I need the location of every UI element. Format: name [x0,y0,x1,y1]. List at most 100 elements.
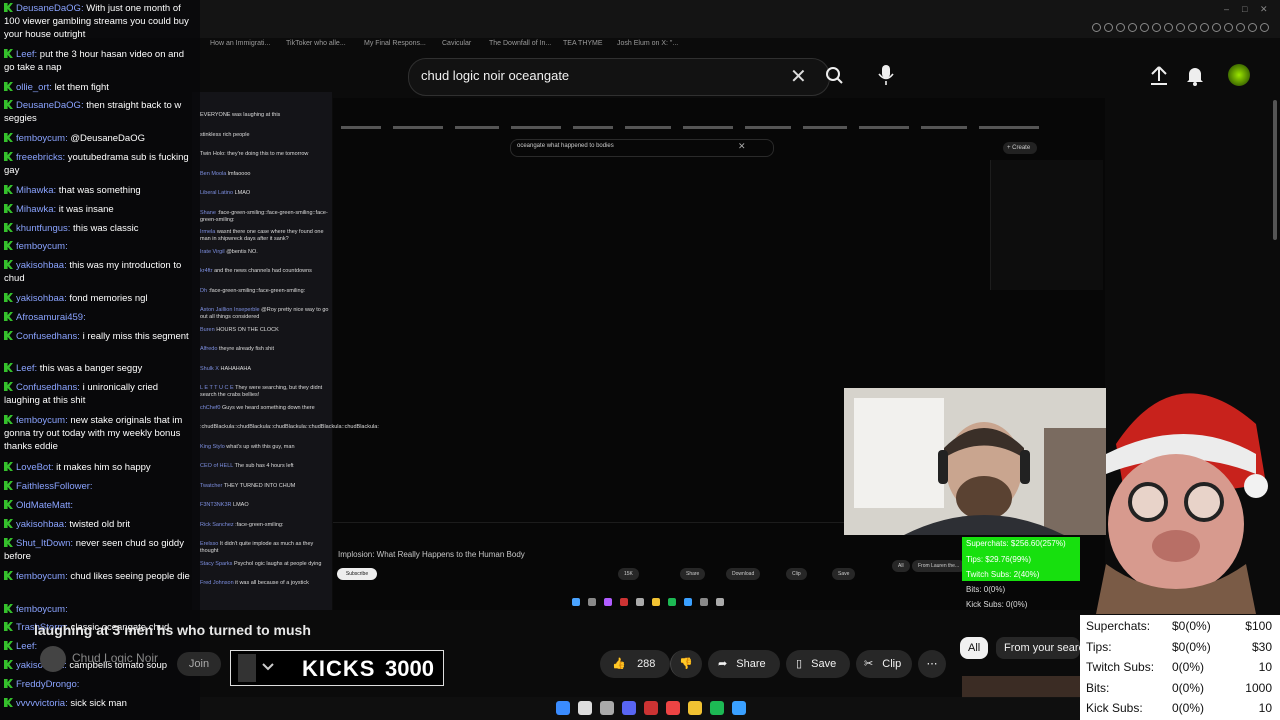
chat-username[interactable]: DeusaneDaOG [16,100,81,111]
chat-username[interactable]: Confusedhans [16,331,77,342]
chat-username[interactable]: yakisohbaa [16,519,64,530]
chat-username[interactable]: Afrosamurai459 [16,312,83,323]
bookmark-0[interactable]: How an Immigrati... [210,40,270,47]
embedded-action-3: Clip [786,568,807,580]
chat-username[interactable]: femboycum [16,133,65,144]
chat-username[interactable]: yakisohbaa [16,260,64,271]
scrollbar[interactable] [1273,100,1277,240]
chat-username[interactable]: Shut_ItDown [16,538,70,549]
bookmark-1[interactable]: TikToker who alle... [286,40,346,47]
stats-goal: 1000 [1245,680,1272,695]
search-button[interactable] [818,58,852,94]
bookmark-5[interactable]: TEA THYME [563,40,603,47]
join-button[interactable]: Join [177,652,221,676]
embedded-chat-message: Shulk X HAHAHAHA [200,366,330,373]
chat-username[interactable]: femboycum [16,415,65,426]
chrome-icon[interactable] [666,701,680,715]
chat-username[interactable]: LoveBot [16,462,51,473]
embedded-sidebar [990,160,1103,290]
search-icon [826,67,843,84]
bookmark-6[interactable]: Josh Elum on X: "... [617,40,678,47]
chat-username[interactable]: Confusedhans [16,382,77,393]
extension-icon[interactable] [1200,23,1209,32]
chat-username[interactable]: Mihawka [16,204,54,215]
extension-icon[interactable] [1236,23,1245,32]
minimize-icon[interactable]: – [1224,4,1229,14]
embedded-chat-text: :face-green-smiling::face-green-smiling: [208,287,306,294]
embedded-chat-username: Shulk X [200,365,219,372]
chat-username[interactable]: Leef [16,49,35,60]
chat-username[interactable]: Mihawka [16,185,54,196]
extension-icon[interactable] [1152,23,1161,32]
chat-text: this was classic [73,223,139,234]
task-view-icon[interactable] [600,701,614,715]
chat-username[interactable]: femboycum [16,241,65,252]
extension-icon[interactable] [1164,23,1173,32]
extension-icon[interactable] [1248,23,1257,32]
discord-icon[interactable] [622,701,636,715]
bookmark-4[interactable]: The Downfall of In... [489,40,551,47]
chat-username[interactable]: femboycum [16,604,65,615]
chat-username[interactable]: FaithlessFollower [16,481,90,492]
chat-username[interactable]: FreddyDrongo [16,679,77,690]
chip-from-search[interactable]: From your search [996,637,1080,659]
chat-username[interactable]: yakisohbaa [16,293,64,304]
microphone-icon [878,65,894,85]
bookmark-2[interactable]: My Final Respons... [364,40,426,47]
chat-username[interactable]: khuntfungus [16,223,68,234]
embedded-chat-username: F3NT3NK3R [200,502,232,508]
extension-icon[interactable] [1128,23,1137,32]
voice-search-button[interactable] [874,62,898,88]
like-button[interactable]: 👍 288 [600,650,670,678]
share-button[interactable]: ➦ Share [708,650,780,678]
chat-message: yakisohbaa: twisted old brit [4,518,196,531]
stats-label: Kick Subs: [1086,701,1143,715]
chat-username[interactable]: femboycum [16,571,65,582]
file-explorer-icon[interactable] [688,701,702,715]
windows-start-icon[interactable] [556,701,570,715]
clip-button[interactable]: ✂ Clip [856,650,912,678]
close-icon[interactable]: ✕ [1260,4,1268,15]
chat-username[interactable]: OldMateMatt [16,500,70,511]
extension-icon[interactable] [1224,23,1233,32]
bookmark-3[interactable]: Cavicular [442,40,471,47]
clear-search-icon[interactable]: ✕ [790,64,807,89]
channel-avatar[interactable] [40,646,66,672]
recommended-thumbnail[interactable] [962,676,1080,698]
chat-username[interactable]: Leef [16,641,35,652]
extension-icon[interactable] [1140,23,1149,32]
extension-icon[interactable] [1176,23,1185,32]
chip-all[interactable]: All [960,637,989,659]
vtuber-avatar [1086,374,1276,614]
notifications-button[interactable] [1182,63,1208,89]
extension-icon[interactable] [1092,23,1101,32]
dislike-button[interactable]: 👎 [670,650,702,678]
chat-username[interactable]: freeebricks [16,152,62,163]
channel-name[interactable]: Chud Logic Noir [72,651,158,665]
embedded-chat-message: F3NT3NK3R LMAO [200,502,330,509]
obs-icon[interactable] [644,701,658,715]
chat-username[interactable]: Leef [16,363,35,374]
chat-username[interactable]: vvvvvictoria [16,698,65,709]
embedded-chat-message: chChef0 Guys we heard something down the… [200,405,330,412]
extension-icon[interactable] [1104,23,1113,32]
search-input[interactable]: chud logic noir oceangate [421,68,569,83]
chat-username[interactable]: ollie_ort [16,82,49,93]
extension-icon[interactable] [1116,23,1125,32]
window-controls[interactable]: – □ ✕ [1222,4,1278,16]
maximize-icon[interactable]: □ [1242,4,1247,14]
save-button[interactable]: ▯ Save [786,650,850,678]
more-actions-button[interactable]: ⋯ [918,650,946,678]
spotify-icon[interactable] [710,701,724,715]
upload-icon [1151,66,1167,85]
embedded-chat-username: Liberal Latino [200,190,234,196]
chat-username[interactable]: DeusaneDaOG [16,3,81,14]
upload-button[interactable] [1146,63,1172,89]
extension-icon[interactable] [1260,23,1269,32]
extension-icon[interactable] [1212,23,1221,32]
search-icon[interactable] [578,701,592,715]
avatar[interactable] [1228,64,1250,86]
embedded-chat-message: Irmela wasnt there one case where they f… [200,229,330,243]
app-icon[interactable] [732,701,746,715]
extension-icon[interactable] [1188,23,1197,32]
